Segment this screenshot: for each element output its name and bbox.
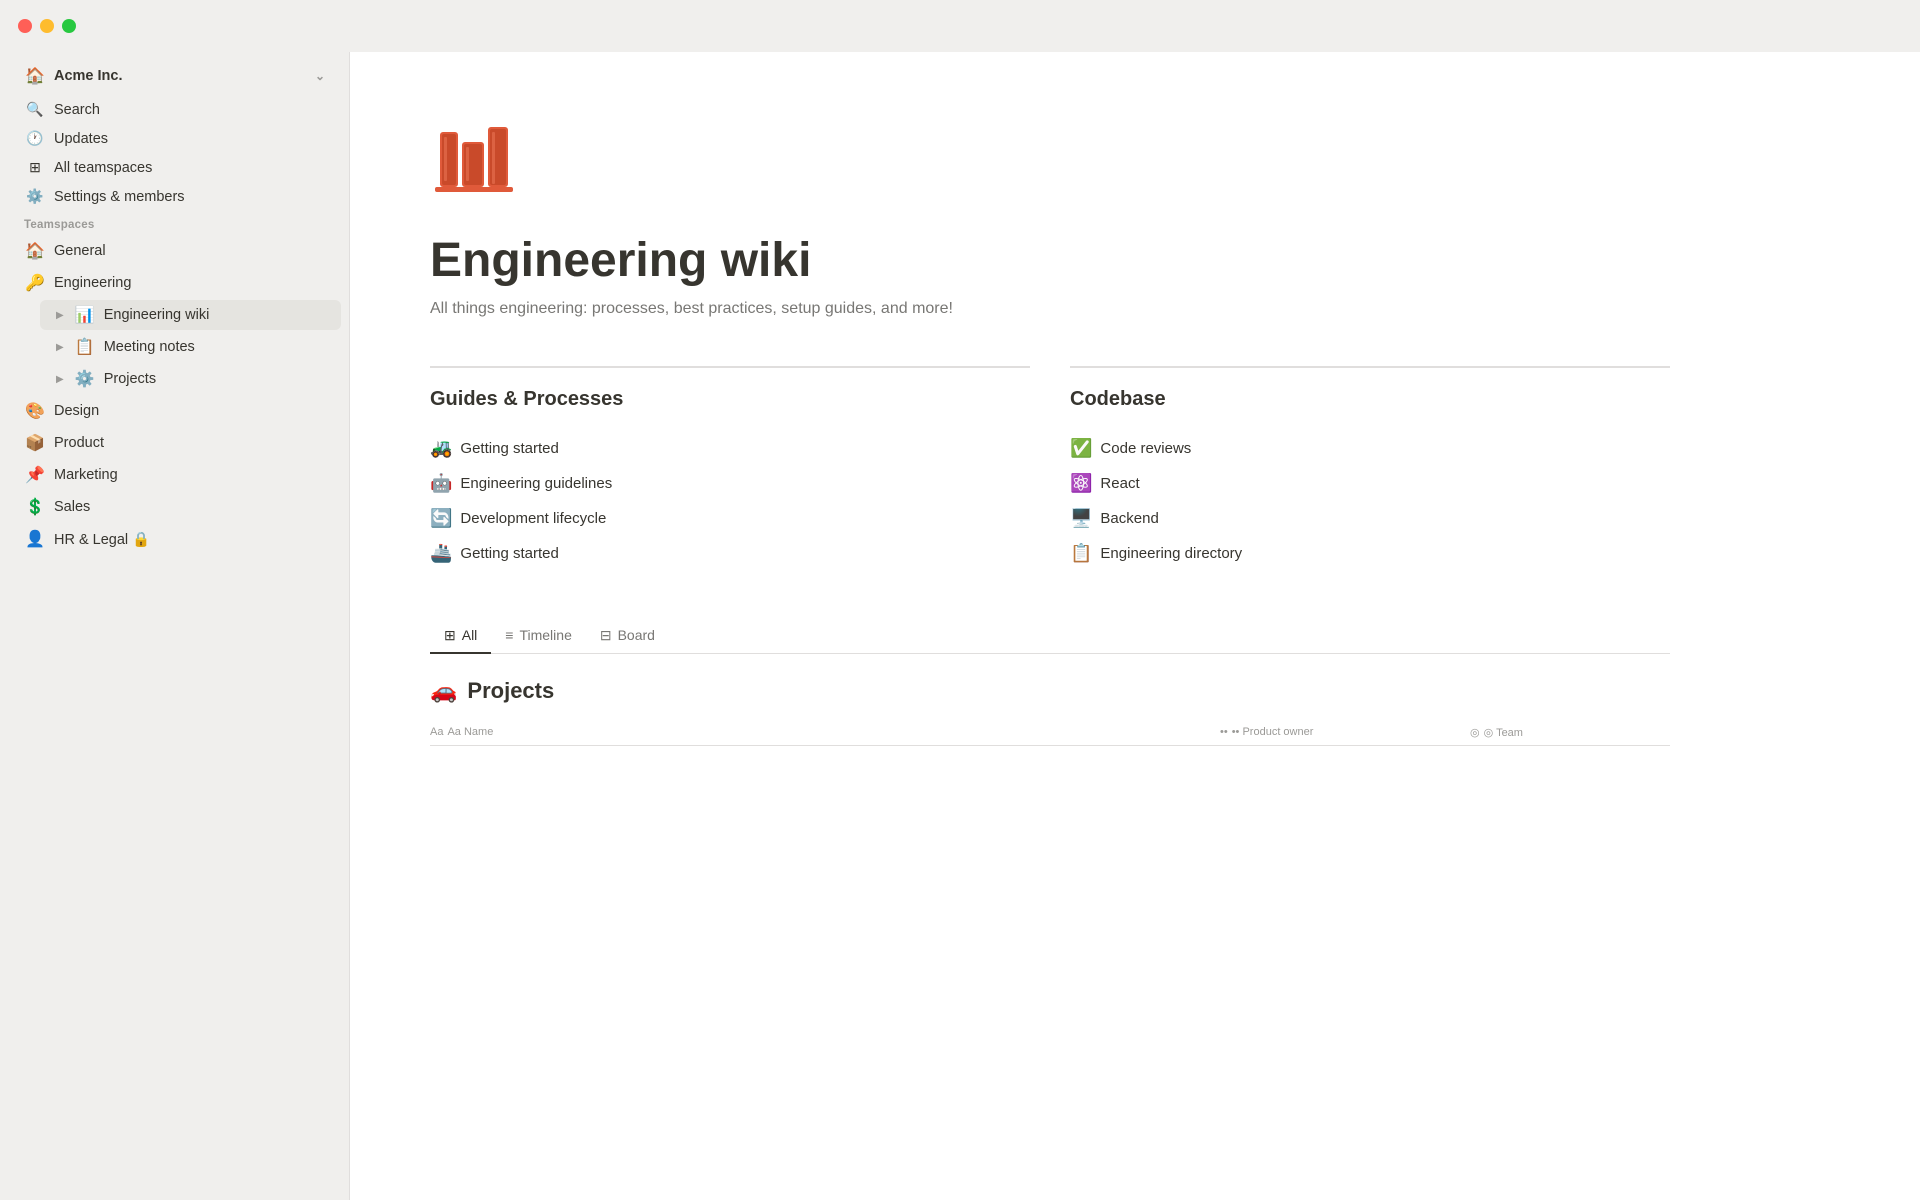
checkbox-icon: ✅: [1070, 438, 1092, 459]
atom-icon: ⚛️: [1070, 473, 1092, 494]
sidebar-item-general[interactable]: 🏠 General: [8, 236, 341, 266]
sidebar-item-sales[interactable]: 💲 Sales: [8, 492, 341, 522]
home-icon: 🏠: [24, 66, 46, 86]
link-code-reviews[interactable]: ✅ Code reviews: [1070, 431, 1670, 466]
section-guides-title: Guides & Processes: [430, 388, 1030, 411]
team-icon: ◎: [1470, 726, 1480, 739]
meeting-notes-icon: 📋: [74, 337, 96, 357]
chevron-icon: ▶: [56, 310, 64, 321]
ship-icon: 🚢: [430, 543, 452, 564]
tabs-container: ⊞ All ≡ Timeline ⊟ Board: [430, 619, 1670, 654]
sidebar-item-engineering-wiki[interactable]: ▶ 📊 Engineering wiki: [40, 300, 341, 330]
workspace-name[interactable]: 🏠 Acme Inc. ⌄: [8, 61, 341, 91]
link-getting-started-1[interactable]: 🚜 Getting started: [430, 431, 1030, 466]
chevron-icon: ▶: [56, 342, 64, 353]
wiki-icon: 📊: [74, 305, 96, 325]
chevron-icon: ▶: [56, 374, 64, 385]
aa-icon: Aa: [430, 726, 443, 738]
sidebar-item-product[interactable]: 📦 Product: [8, 428, 341, 458]
tractor-icon: 🚜: [430, 438, 452, 459]
main-content: 🔑 Engineering / 📊 Engineering wiki 💬 ℹ️ …: [350, 0, 1920, 1200]
workspace-chevron: ⌄: [315, 69, 325, 83]
sidebar-item-hr-legal[interactable]: 👤 HR & Legal 🔒: [8, 524, 341, 554]
grid-icon: ⊞: [24, 159, 46, 176]
col-product-owner: •• •• Product owner: [1220, 726, 1470, 739]
section-guides-processes: Guides & Processes 🚜 Getting started 🤖 E…: [430, 366, 1030, 571]
key-icon: 🔑: [24, 273, 46, 293]
section-codebase: Codebase ✅ Code reviews ⚛️ React 🖥️ Back…: [1070, 366, 1670, 571]
tab-timeline-icon: ≡: [505, 627, 513, 643]
section-codebase-title: Codebase: [1070, 388, 1670, 411]
settings-icon: ⚙️: [24, 188, 46, 205]
page-title: Engineering wiki: [430, 235, 1670, 288]
tab-all[interactable]: ⊞ All: [430, 619, 491, 654]
sidebar-item-updates[interactable]: 🕐 Updates: [8, 125, 341, 152]
sidebar-item-search[interactable]: 🔍 Search: [8, 96, 341, 123]
link-react[interactable]: ⚛️ React: [1070, 466, 1670, 501]
notebook-icon: 📋: [1070, 543, 1092, 564]
page-subtitle: All things engineering: processes, best …: [430, 300, 1670, 318]
page-icon: [430, 112, 1670, 215]
projects-emoji: 🚗: [430, 678, 457, 704]
clock-icon: 🕐: [24, 130, 46, 147]
robot-icon: 🤖: [430, 473, 452, 494]
monitor-icon: 🖥️: [1070, 508, 1092, 529]
fullscreen-button[interactable]: [62, 19, 76, 33]
link-getting-started-2[interactable]: 🚢 Getting started: [430, 536, 1030, 571]
traffic-lights: [18, 19, 76, 33]
close-button[interactable]: [18, 19, 32, 33]
general-icon: 🏠: [24, 241, 46, 261]
marketing-icon: 📌: [24, 465, 46, 485]
search-icon: 🔍: [24, 101, 46, 118]
page-content: Engineering wiki All things engineering:…: [350, 52, 1750, 810]
tab-board[interactable]: ⊟ Board: [586, 619, 669, 654]
design-icon: 🎨: [24, 401, 46, 421]
sidebar-item-projects[interactable]: ▶ ⚙️ Projects: [40, 364, 341, 394]
link-development-lifecycle[interactable]: 🔄 Development lifecycle: [430, 501, 1030, 536]
sidebar-item-meeting-notes[interactable]: ▶ 📋 Meeting notes: [40, 332, 341, 362]
tab-board-icon: ⊟: [600, 627, 612, 644]
sidebar: 🏠 Acme Inc. ⌄ 🔍 Search 🕐 Updates ⊞ All t…: [0, 0, 350, 1200]
col-team: ◎ ◎ Team: [1470, 726, 1670, 739]
sidebar-item-settings[interactable]: ⚙️ Settings & members: [8, 183, 341, 210]
sidebar-item-engineering[interactable]: 🔑 Engineering: [8, 268, 341, 298]
window-bar: [0, 0, 1920, 52]
col-name: Aa Aa Name: [430, 726, 1220, 739]
projects-icon: ⚙️: [74, 369, 96, 389]
sidebar-item-design[interactable]: 🎨 Design: [8, 396, 341, 426]
tab-timeline[interactable]: ≡ Timeline: [491, 619, 586, 654]
link-engineering-directory[interactable]: 📋 Engineering directory: [1070, 536, 1670, 571]
sidebar-item-marketing[interactable]: 📌 Marketing: [8, 460, 341, 490]
hr-icon: 👤: [24, 529, 46, 549]
projects-table-header: Aa Aa Name •• •• Product owner ◎ ◎ Team: [430, 720, 1670, 746]
link-backend[interactable]: 🖥️ Backend: [1070, 501, 1670, 536]
projects-header: 🚗 Projects: [430, 678, 1670, 704]
tab-all-icon: ⊞: [444, 627, 456, 644]
cycle-icon: 🔄: [430, 508, 452, 529]
sidebar-item-all-teamspaces[interactable]: ⊞ All teamspaces: [8, 154, 341, 181]
sections-grid: Guides & Processes 🚜 Getting started 🤖 E…: [430, 366, 1670, 571]
minimize-button[interactable]: [40, 19, 54, 33]
teamspaces-header: Teamspaces: [0, 211, 349, 235]
product-icon: 📦: [24, 433, 46, 453]
link-engineering-guidelines[interactable]: 🤖 Engineering guidelines: [430, 466, 1030, 501]
sales-icon: 💲: [24, 497, 46, 517]
people-icon: ••: [1220, 726, 1228, 738]
